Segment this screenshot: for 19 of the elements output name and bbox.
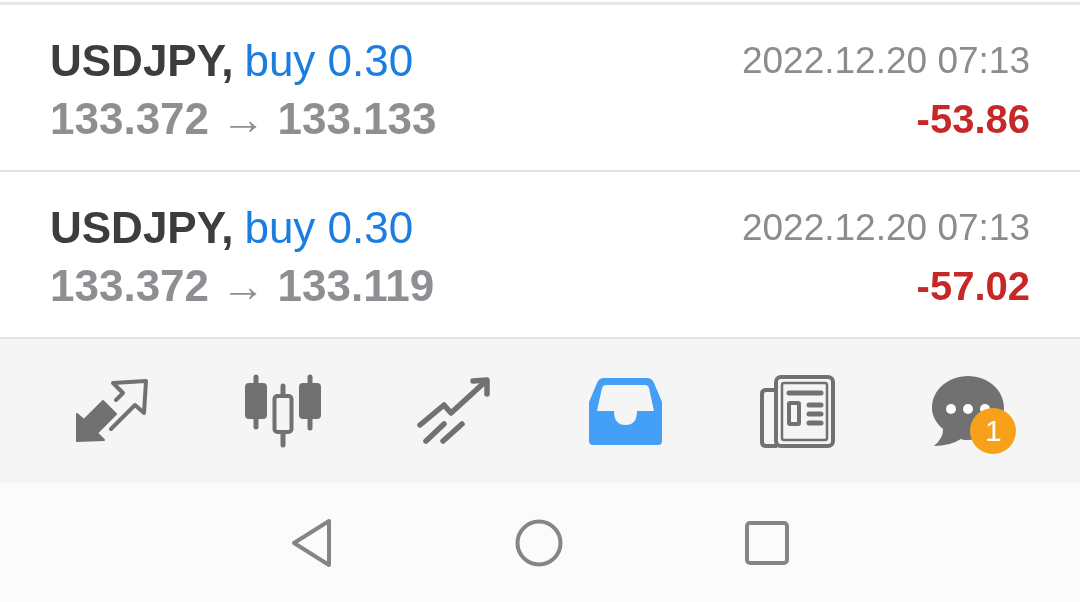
- candlestick-chart-icon: [244, 374, 322, 448]
- back-triangle-icon: [291, 517, 333, 568]
- home-circle-icon: [515, 518, 563, 567]
- profit-text: -53.86: [916, 97, 1030, 141]
- notification-badge: 1: [970, 408, 1017, 454]
- diagonal-arrows-icon: [74, 378, 149, 444]
- symbol-label: USDJPY,: [50, 36, 234, 85]
- recents-square-icon: [745, 520, 789, 565]
- symbol-label: USDJPY,: [50, 203, 234, 252]
- trend-arrow-icon: [417, 377, 492, 445]
- inbox-tray-icon: [589, 377, 663, 445]
- profit-text: -57.02: [916, 264, 1030, 308]
- time-text: 2022.12.20 07:13: [741, 207, 1030, 248]
- time-text: 2022.12.20 07:13: [741, 40, 1030, 81]
- newspaper-icon: [759, 374, 835, 448]
- order-label: buy 0.30: [244, 36, 414, 85]
- order-label: buy 0.30: [244, 203, 414, 252]
- price-change-text: 133.372 → 133.119: [50, 261, 435, 310]
- price-change-text: 133.372 → 133.133: [50, 94, 437, 143]
